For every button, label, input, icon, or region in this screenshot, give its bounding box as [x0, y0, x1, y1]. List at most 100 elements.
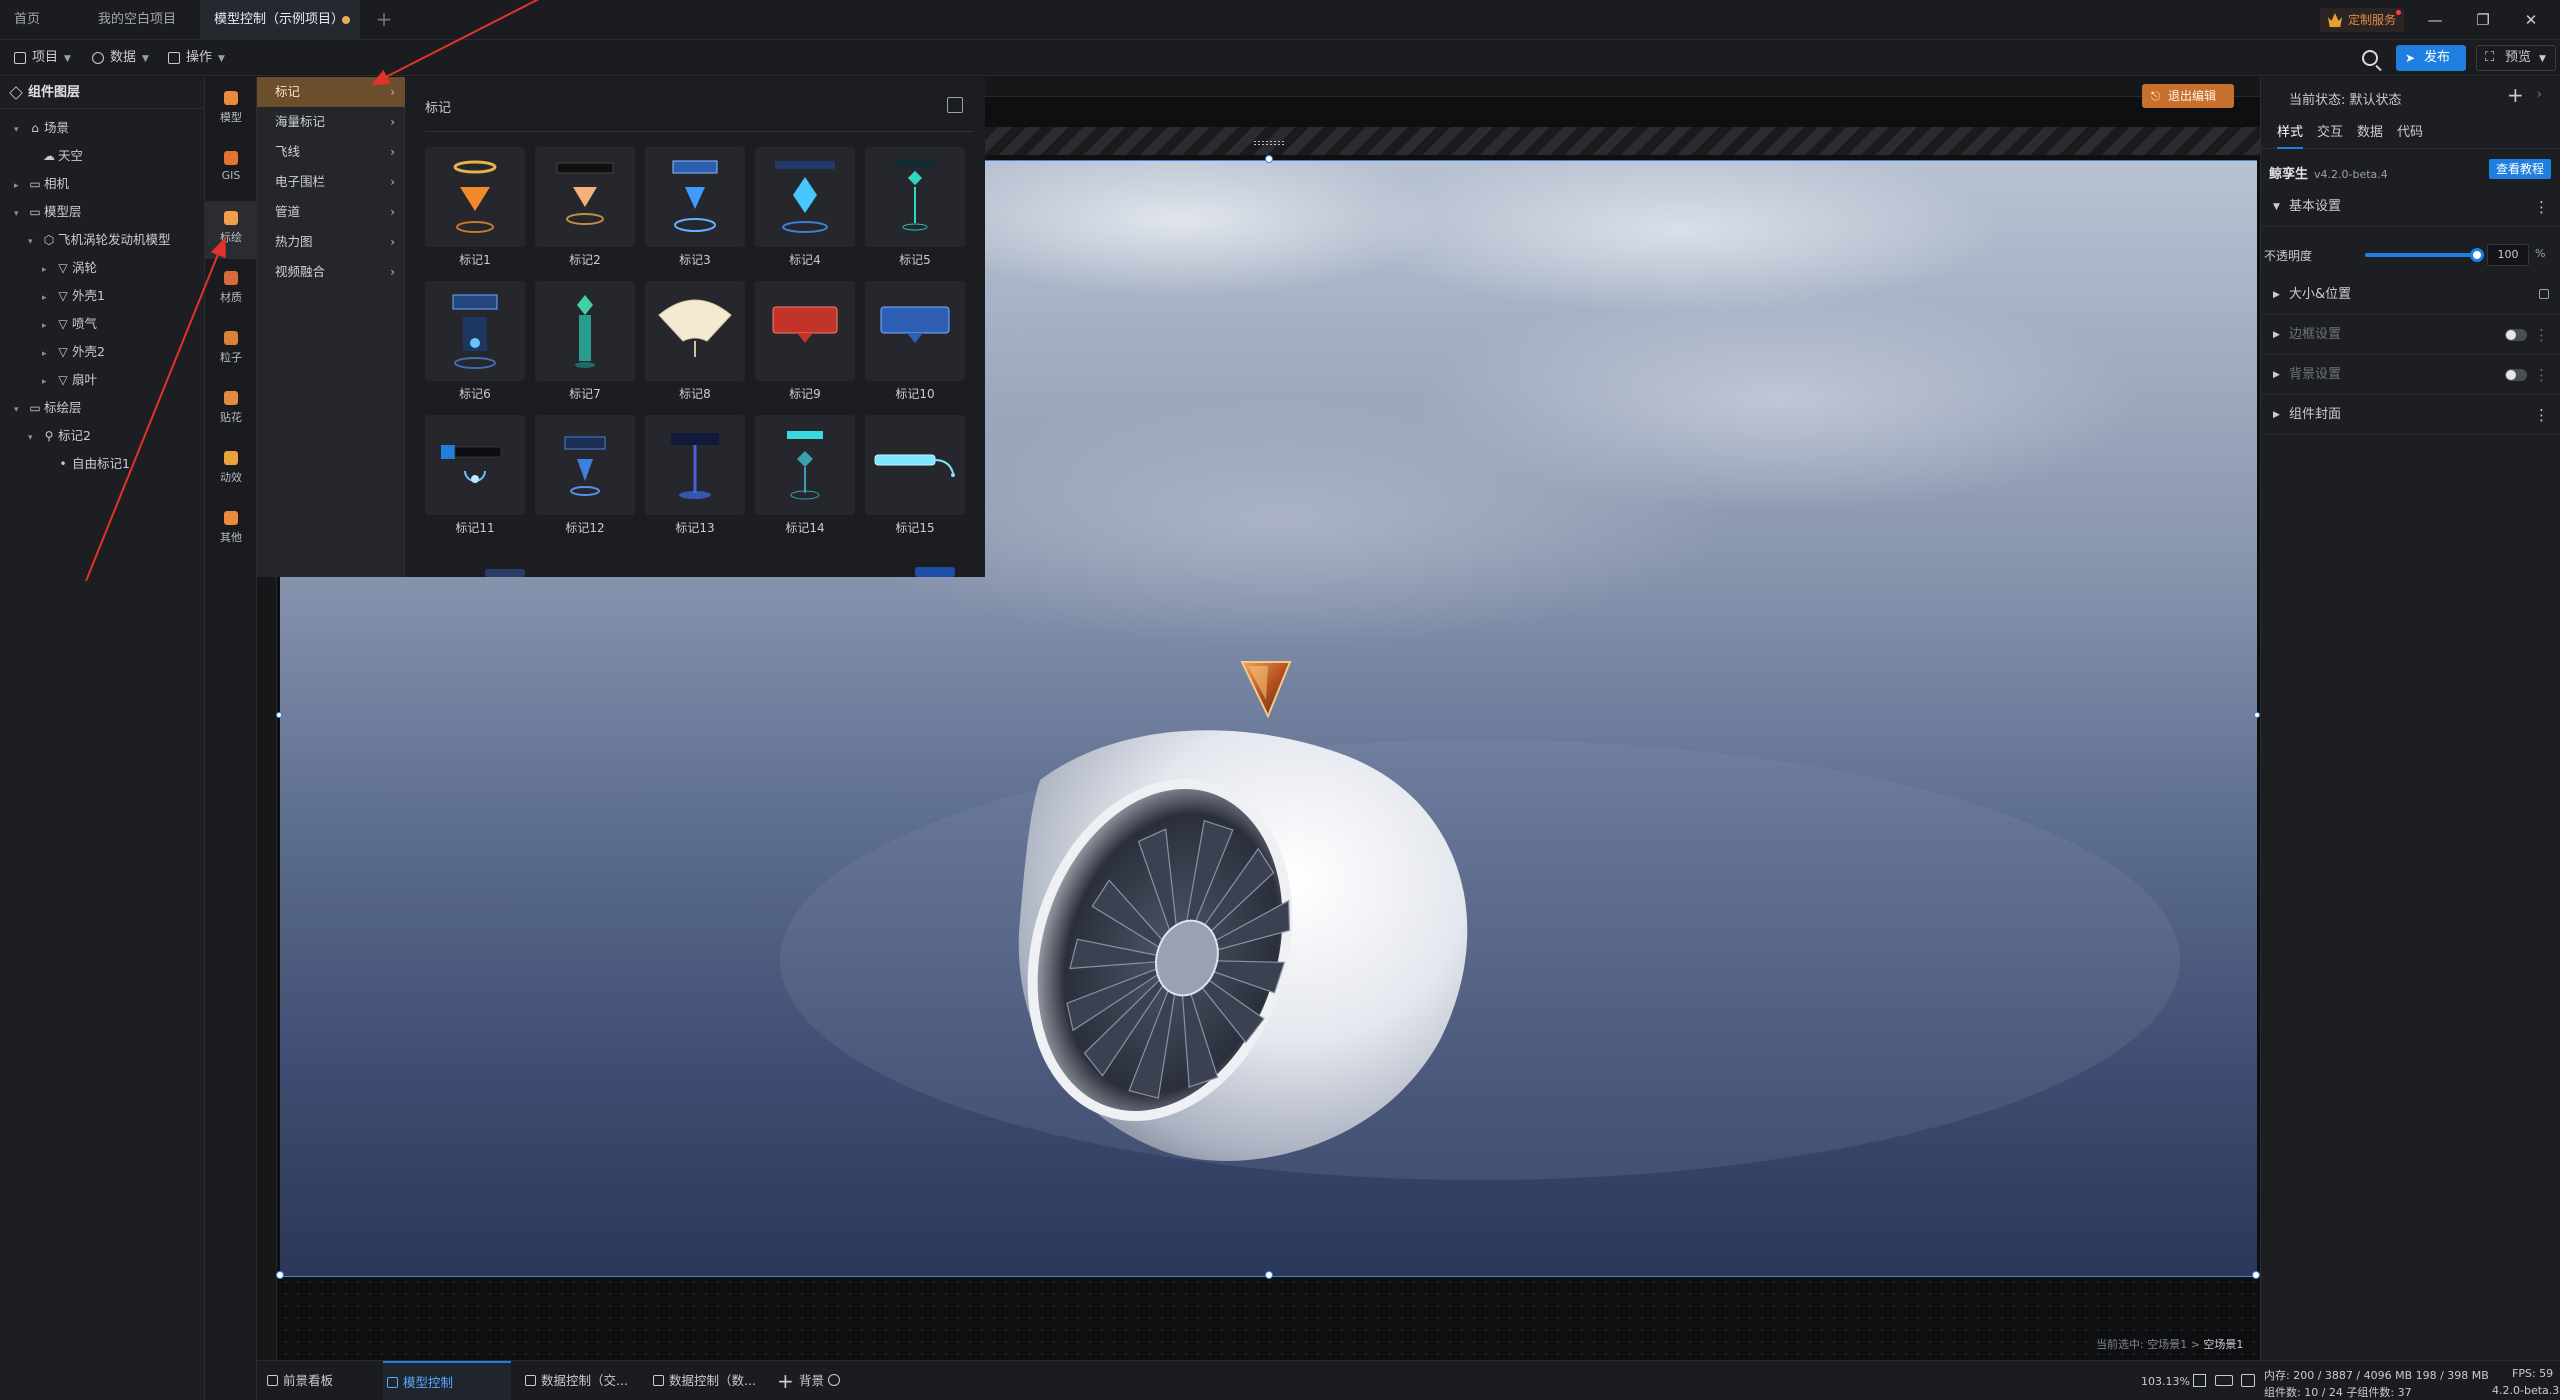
expand-arrow-icon[interactable]: ▸	[42, 341, 54, 367]
marker-card[interactable]: 标记12	[535, 415, 635, 535]
layer-item[interactable]: ▸ ▽ 涡轮	[42, 255, 97, 281]
expand-arrow-icon[interactable]: ▸	[42, 285, 54, 311]
current-state[interactable]: 当前状态: 默认状态	[2289, 89, 2402, 108]
opacity-input[interactable]: 100	[2487, 244, 2529, 266]
settings-circle-icon[interactable]	[828, 1374, 841, 1386]
category-item[interactable]: 飞线 ›	[257, 137, 405, 167]
menu-data[interactable]: 数据 ▼	[90, 46, 149, 70]
tab-code[interactable]: 代码	[2397, 117, 2423, 149]
section-basic-settings[interactable]: ▼ 基本设置 ⋮	[2261, 187, 2560, 227]
category-item[interactable]: 海量标记 ›	[257, 107, 405, 137]
marker-card[interactable]: 标记7	[535, 281, 635, 401]
strip-item[interactable]: GIS	[205, 141, 257, 199]
layer-item[interactable]: ▸ ▭ 相机	[14, 171, 69, 197]
preview-button[interactable]: 预览 ▼	[2476, 45, 2556, 71]
close-icon[interactable]: ✕	[2508, 0, 2554, 40]
marker-card[interactable]: 标记4	[755, 147, 855, 267]
strip-item[interactable]: 粒子	[205, 321, 257, 379]
category-item[interactable]: 电子围栏 ›	[257, 167, 405, 197]
expand-icon[interactable]	[947, 97, 963, 113]
terminal-icon[interactable]	[2241, 1374, 2255, 1387]
minimize-icon[interactable]: —	[2412, 0, 2458, 40]
expand-arrow-icon[interactable]: ▸	[42, 369, 54, 395]
expand-arrow-icon[interactable]: ▸	[42, 313, 54, 339]
tab-interaction[interactable]: 交互	[2317, 117, 2343, 149]
marker-card[interactable]: 标记13	[645, 415, 745, 535]
lock-icon[interactable]	[2539, 289, 2549, 299]
layer-item[interactable]: ▾ ⌂ 场景	[14, 115, 69, 141]
drag-grip-icon[interactable]	[1253, 140, 1285, 146]
tab-style[interactable]: 样式	[2277, 117, 2304, 149]
screen-tab-data-control-1[interactable]: 数据控制（交...	[521, 1361, 628, 1400]
resize-handle-top[interactable]	[1265, 155, 1273, 163]
tab-blank-project[interactable]: 我的空白项目	[84, 0, 274, 40]
layer-item[interactable]: ▾ ▭ 模型层	[14, 199, 82, 225]
marker-card[interactable]: 标记8	[645, 281, 745, 401]
tab-model-control[interactable]: 模型控制（示例项目）	[200, 0, 360, 40]
layer-item[interactable]: ▸ ▽ 外壳2	[42, 339, 105, 365]
chevron-right-icon[interactable]: ›	[2537, 87, 2542, 101]
strip-item[interactable]: 动效	[205, 441, 257, 499]
category-item[interactable]: 视频融合 ›	[257, 257, 405, 287]
marker-pin-icon[interactable]	[1240, 661, 1292, 719]
marker-card[interactable]: 标记11	[425, 415, 525, 535]
marker-card[interactable]: 标记5	[865, 147, 965, 267]
expand-arrow-icon[interactable]: ▾	[28, 229, 40, 255]
expand-arrow-icon[interactable]: ▾	[28, 425, 40, 451]
marker-card[interactable]: 标记14	[755, 415, 855, 535]
search-icon[interactable]	[2362, 50, 2378, 66]
strip-item[interactable]: 贴花	[205, 381, 257, 439]
exit-edit-button[interactable]: 退出编辑	[2142, 84, 2234, 108]
screen-tab-model-control[interactable]: 模型控制	[383, 1361, 511, 1400]
strip-item[interactable]: 模型	[205, 81, 257, 139]
marker-card[interactable]: 标记10	[865, 281, 965, 401]
opacity-slider-knob[interactable]	[2470, 248, 2484, 262]
add-state-icon[interactable]: +	[2507, 83, 2524, 107]
section-size-position[interactable]: ▶ 大小&位置	[2261, 275, 2560, 315]
more-icon[interactable]: ⋮	[2534, 355, 2549, 395]
screen-tab-data-control-2[interactable]: 数据控制（数...	[649, 1361, 756, 1400]
marker-card[interactable]: 标记9	[755, 281, 855, 401]
section-border-settings[interactable]: ▶ 边框设置 ⋮	[2261, 315, 2560, 355]
category-item[interactable]: 管道 ›	[257, 197, 405, 227]
zoom-level[interactable]: 103.13%	[2141, 1375, 2190, 1388]
background-tab[interactable]: 背景	[793, 1361, 841, 1400]
section-component-cover[interactable]: ▶ 组件封面 ⋮	[2261, 395, 2560, 435]
expand-arrow-icon[interactable]: ▾	[14, 201, 26, 227]
marker-card[interactable]: 标记6	[425, 281, 525, 401]
border-toggle[interactable]	[2505, 329, 2527, 341]
background-toggle[interactable]	[2505, 369, 2527, 381]
more-icon[interactable]: ⋮	[2534, 187, 2549, 227]
layer-item[interactable]: • 自由标记1	[42, 451, 130, 477]
restore-icon[interactable]: ❐	[2460, 0, 2506, 40]
marker-card[interactable]: 标记1	[425, 147, 525, 267]
breadcrumb-current[interactable]: 空场景1	[2203, 1338, 2243, 1351]
view-tutorial-button[interactable]: 查看教程	[2489, 159, 2551, 179]
tab-data[interactable]: 数据	[2357, 117, 2383, 149]
expand-arrow-icon[interactable]: ▸	[14, 173, 26, 199]
layer-item[interactable]: ☁ 天空	[28, 143, 83, 169]
menu-operations[interactable]: 操作 ▼	[166, 46, 225, 70]
resize-handle-left[interactable]	[276, 712, 282, 718]
new-tab-icon[interactable]: +	[372, 8, 396, 32]
strip-item[interactable]: 其他	[205, 501, 257, 559]
expand-arrow-icon[interactable]: ▸	[42, 257, 54, 283]
publish-button[interactable]: 发布	[2396, 45, 2466, 71]
menu-project[interactable]: 项目 ▼	[12, 46, 71, 70]
layer-item[interactable]: ▸ ▽ 扇叶	[42, 367, 97, 393]
layer-item[interactable]: ▾ ⚲ 标记2	[28, 423, 91, 449]
expand-arrow-icon[interactable]: ▾	[14, 117, 26, 143]
tab-home[interactable]: 首页	[0, 0, 84, 40]
layer-item[interactable]: ▸ ▽ 喷气	[42, 311, 97, 337]
keyboard-icon[interactable]	[2215, 1375, 2233, 1386]
marker-card[interactable]: 标记3	[645, 147, 745, 267]
marker-card[interactable]: 标记2	[535, 147, 635, 267]
fit-screen-icon[interactable]	[2193, 1374, 2206, 1387]
screen-tab-foreground[interactable]: 前景看板	[263, 1361, 333, 1400]
more-icon[interactable]: ⋮	[2534, 395, 2549, 435]
custom-service-button[interactable]: 定制服务	[2320, 8, 2405, 32]
more-icon[interactable]: ⋮	[2534, 315, 2549, 355]
add-screen-icon[interactable]: +	[777, 1361, 794, 1400]
layer-item[interactable]: ▾ ▭ 标绘层	[14, 395, 82, 421]
opacity-slider[interactable]	[2365, 248, 2484, 262]
